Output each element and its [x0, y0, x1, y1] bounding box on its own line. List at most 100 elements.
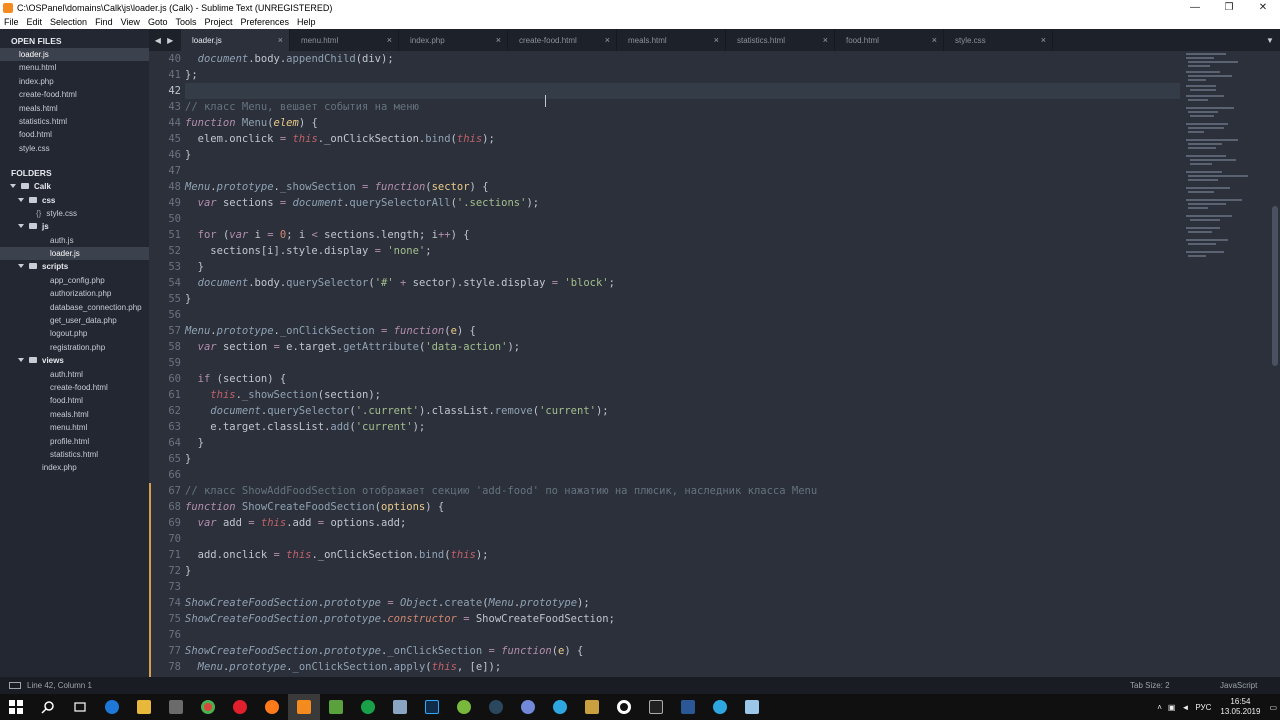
tab-size-selector[interactable]: Tab Size: 2: [1130, 681, 1220, 690]
code-editor[interactable]: 40 41 42 43 44 45 46 47 48 49 50 51 52 5…: [149, 51, 1180, 677]
folder-calk[interactable]: Calk: [0, 180, 149, 193]
tab-loader-js[interactable]: loader.js ×: [181, 29, 290, 51]
file-item[interactable]: registration.php: [0, 341, 149, 354]
menu-goto[interactable]: Goto: [144, 17, 172, 27]
tab-statistics-html[interactable]: statistics.html ×: [726, 29, 835, 51]
steam-icon[interactable]: [480, 694, 512, 720]
file-item[interactable]: statistics.html: [0, 448, 149, 461]
chrome-icon[interactable]: [192, 694, 224, 720]
telegram-alt-icon[interactable]: [704, 694, 736, 720]
utorrent-icon[interactable]: [448, 694, 480, 720]
menu-preferences[interactable]: Preferences: [236, 17, 293, 27]
close-icon[interactable]: ×: [714, 35, 719, 45]
close-icon[interactable]: ×: [1041, 35, 1046, 45]
scrollbar-thumb[interactable]: [1272, 206, 1278, 366]
open-file-item[interactable]: loader.js: [0, 48, 149, 62]
close-icon[interactable]: ×: [496, 35, 501, 45]
file-explorer-icon[interactable]: [128, 694, 160, 720]
task-view-icon[interactable]: [64, 694, 96, 720]
network-icon[interactable]: ▣: [1165, 703, 1179, 712]
sublime-text-icon[interactable]: [288, 694, 320, 720]
folder-css[interactable]: css: [0, 194, 149, 207]
tray-chevron-icon[interactable]: ˄: [1154, 703, 1165, 712]
menu-edit[interactable]: Edit: [23, 17, 47, 27]
file-item[interactable]: meals.html: [0, 408, 149, 421]
folders-header[interactable]: FOLDERS: [0, 167, 149, 180]
notepad-icon[interactable]: [320, 694, 352, 720]
telegram-icon[interactable]: [544, 694, 576, 720]
photoshop-icon[interactable]: [416, 694, 448, 720]
file-item[interactable]: auth.js: [0, 234, 149, 247]
syntax-selector[interactable]: JavaScript: [1220, 681, 1280, 690]
menu-view[interactable]: View: [117, 17, 144, 27]
file-item[interactable]: menu.html: [0, 421, 149, 434]
network-app-icon[interactable]: [384, 694, 416, 720]
maximize-button[interactable]: ❐: [1212, 0, 1246, 15]
tab-menu-html[interactable]: menu.html ×: [290, 29, 399, 51]
open-files-header[interactable]: OPEN FILES: [0, 35, 149, 48]
file-item[interactable]: profile.html: [0, 435, 149, 448]
menu-file[interactable]: File: [0, 17, 23, 27]
edge-icon[interactable]: [96, 694, 128, 720]
tab-meals-html[interactable]: meals.html ×: [617, 29, 726, 51]
file-item[interactable]: food.html: [0, 394, 149, 407]
menu-project[interactable]: Project: [200, 17, 236, 27]
menu-selection[interactable]: Selection: [46, 17, 91, 27]
clock[interactable]: 16:54 13.05.2019: [1214, 697, 1266, 717]
close-icon[interactable]: ×: [605, 35, 610, 45]
record-icon[interactable]: [608, 694, 640, 720]
paper-plane-icon[interactable]: [736, 694, 768, 720]
close-icon[interactable]: ×: [278, 35, 283, 45]
file-item[interactable]: database_connection.php: [0, 301, 149, 314]
opera-icon[interactable]: [224, 694, 256, 720]
folder-js[interactable]: js: [0, 220, 149, 233]
file-item-active[interactable]: loader.js: [0, 247, 149, 261]
tab-index-php[interactable]: index.php ×: [399, 29, 508, 51]
calculator-icon[interactable]: [160, 694, 192, 720]
tab-style-css[interactable]: style.css ×: [944, 29, 1053, 51]
menu-find[interactable]: Find: [91, 17, 117, 27]
code-area[interactable]: document.body.appendChild(div); }; // кл…: [185, 51, 1180, 675]
open-file-item[interactable]: create-food.html: [0, 88, 149, 101]
file-item[interactable]: authorization.php: [0, 287, 149, 300]
file-item[interactable]: {} style.css: [0, 207, 149, 220]
app-99-icon[interactable]: [576, 694, 608, 720]
menu-tools[interactable]: Tools: [171, 17, 200, 27]
close-icon[interactable]: ×: [932, 35, 937, 45]
panel-toggle-icon[interactable]: [9, 682, 21, 689]
open-file-item[interactable]: index.php: [0, 75, 149, 88]
tab-food-html[interactable]: food.html ×: [835, 29, 944, 51]
file-item[interactable]: auth.html: [0, 368, 149, 381]
firefox-icon[interactable]: [256, 694, 288, 720]
minimize-button[interactable]: —: [1178, 0, 1212, 15]
open-file-item[interactable]: menu.html: [0, 61, 149, 74]
folder-scripts[interactable]: scripts: [0, 260, 149, 273]
close-icon[interactable]: ×: [387, 35, 392, 45]
open-file-item[interactable]: style.css: [0, 142, 149, 155]
notifications-icon[interactable]: ▭: [1266, 703, 1280, 712]
open-file-item[interactable]: statistics.html: [0, 115, 149, 128]
file-item[interactable]: get_user_data.php: [0, 314, 149, 327]
minimap[interactable]: [1180, 51, 1270, 677]
windows-start-icon[interactable]: [0, 694, 32, 720]
tab-list-dropdown-icon[interactable]: ▼: [1260, 29, 1280, 51]
menu-help[interactable]: Help: [293, 17, 320, 27]
word-icon[interactable]: [672, 694, 704, 720]
close-icon[interactable]: ×: [823, 35, 828, 45]
file-item[interactable]: logout.php: [0, 327, 149, 340]
file-item[interactable]: index.php: [0, 461, 149, 474]
app-s-icon[interactable]: [352, 694, 384, 720]
folder-views[interactable]: views: [0, 354, 149, 367]
open-file-item[interactable]: meals.html: [0, 102, 149, 115]
vertical-scrollbar[interactable]: [1270, 51, 1280, 677]
tab-create-food-html[interactable]: create-food.html ×: [508, 29, 617, 51]
terminal-icon[interactable]: [640, 694, 672, 720]
close-button[interactable]: ✕: [1246, 0, 1280, 15]
file-item[interactable]: app_config.php: [0, 274, 149, 287]
file-item[interactable]: create-food.html: [0, 381, 149, 394]
open-file-item[interactable]: food.html: [0, 128, 149, 141]
tab-nav-arrows[interactable]: ◀ ▶: [149, 29, 181, 51]
discord-icon[interactable]: [512, 694, 544, 720]
volume-icon[interactable]: ◄: [1178, 703, 1192, 712]
search-icon[interactable]: [32, 694, 64, 720]
